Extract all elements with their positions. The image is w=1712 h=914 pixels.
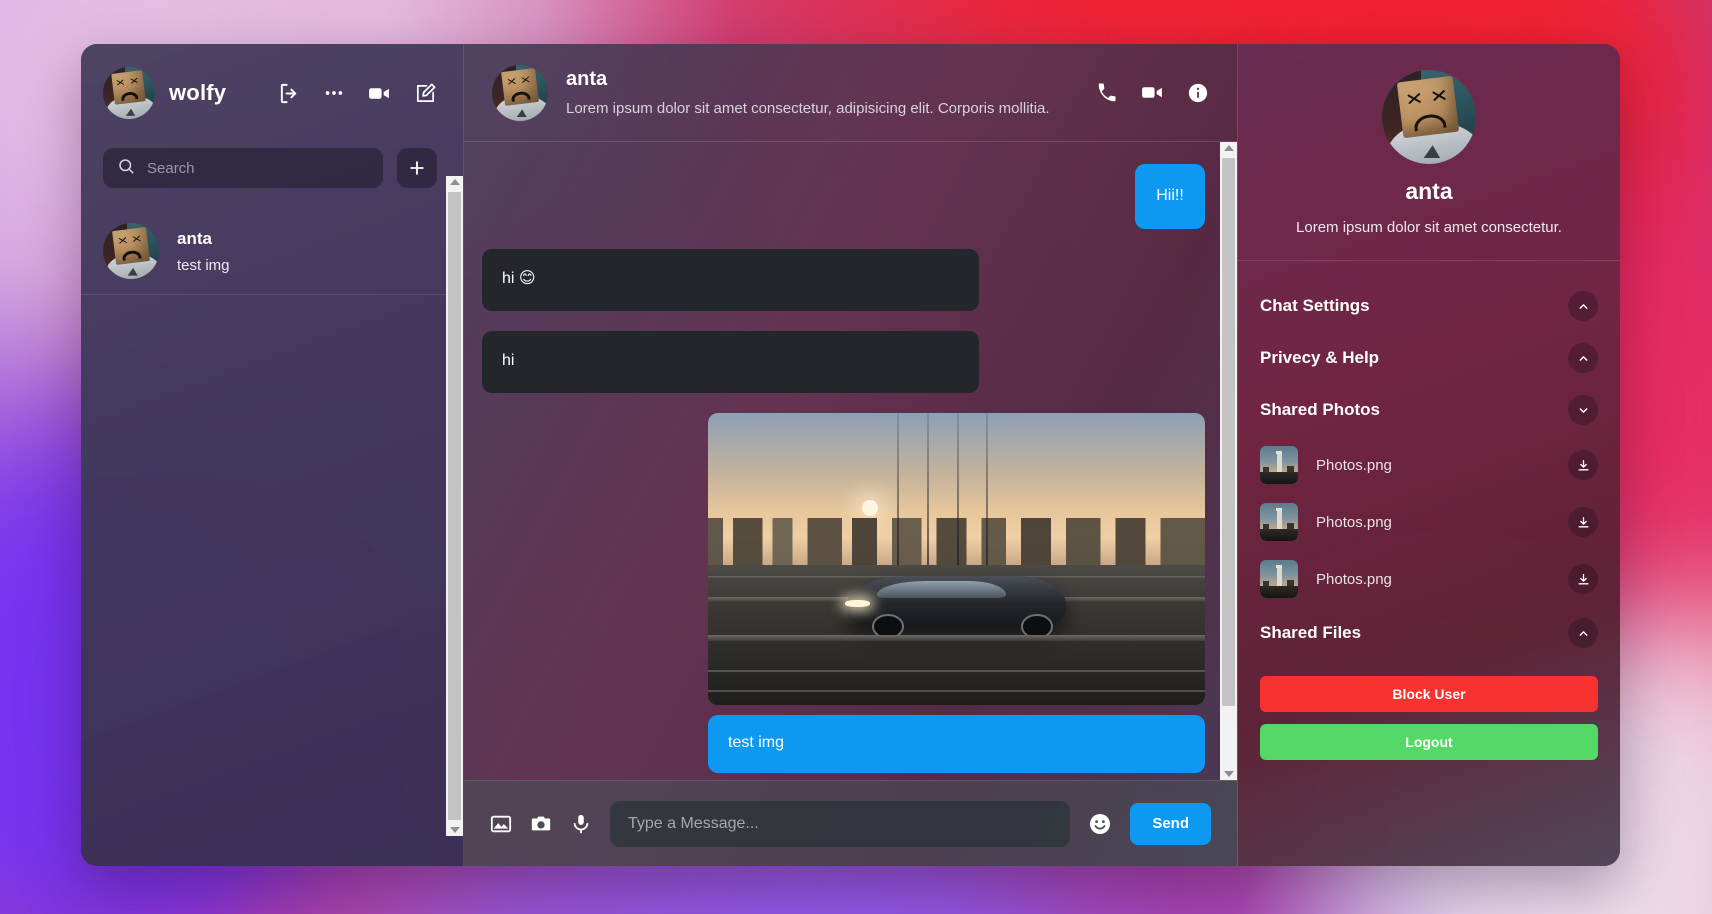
message-row: test img (482, 412, 1205, 773)
emoji-icon[interactable] (1088, 812, 1112, 836)
chat-list-item-anta[interactable]: anta test img (81, 210, 463, 295)
chat-list: anta test img (81, 210, 463, 295)
photo-thumbnail (1260, 503, 1298, 541)
message-input[interactable] (610, 800, 1071, 847)
current-user-avatar[interactable] (103, 67, 155, 119)
chat-list-sidebar: wolfy Search anta test img (81, 44, 464, 866)
chat-header-name: anta (566, 68, 608, 90)
section-title: Shared Photos (1260, 400, 1380, 419)
scroll-up-icon[interactable] (449, 179, 460, 185)
send-button[interactable]: Send (1130, 802, 1211, 845)
chevron-up-icon[interactable] (1568, 618, 1598, 648)
profile-card: anta Lorem ipsum dolor sit amet consecte… (1238, 44, 1620, 261)
video-call-icon[interactable] (367, 81, 392, 106)
scroll-up-icon[interactable] (1223, 145, 1234, 151)
messages-area: Hii!! hi 😊 hi test img (464, 142, 1237, 780)
message-composer: Send (464, 780, 1237, 866)
scroll-down-icon[interactable] (1223, 771, 1234, 777)
profile-name: anta (1405, 178, 1453, 204)
photo-filename: Photos.png (1316, 513, 1392, 531)
profile-avatar[interactable] (1382, 70, 1476, 164)
message-image[interactable] (708, 412, 1205, 705)
search-box[interactable] (103, 148, 383, 188)
avatar (103, 223, 159, 279)
section-title: Privecy & Help (1260, 348, 1380, 367)
message-bubble-own: test img (708, 714, 1205, 773)
message-bubble-own: Hii!! (1135, 164, 1205, 229)
shared-photo-item[interactable]: Photos.png (1260, 494, 1598, 551)
search-icon (117, 157, 135, 180)
microphone-icon[interactable] (570, 813, 592, 835)
chat-header-avatar[interactable] (492, 64, 548, 121)
sidebar-actions: Block User Logout (1238, 670, 1620, 760)
message-row: hi (482, 330, 1205, 393)
download-icon[interactable] (1568, 564, 1598, 594)
scroll-down-icon[interactable] (449, 827, 460, 833)
section-shared-files[interactable]: Shared Files (1260, 608, 1598, 660)
messages-list: Hii!! hi 😊 hi test img (464, 142, 1237, 780)
photo-filename: Photos.png (1316, 570, 1392, 588)
block-user-button[interactable]: Block User (1260, 676, 1598, 712)
photo-thumbnail (1260, 560, 1298, 598)
sidebar-scrollbar[interactable] (446, 176, 463, 836)
camera-icon[interactable] (530, 813, 552, 835)
section-title: Chat Settings (1260, 296, 1370, 315)
chevron-up-icon[interactable] (1568, 291, 1598, 321)
search-row (81, 148, 463, 188)
chat-header-subtitle: Lorem ipsum dolor sit amet consectetur, … (566, 100, 1050, 117)
sidebar-header: wolfy (81, 44, 463, 142)
messages-scrollbar[interactable] (1220, 142, 1237, 780)
profile-description: Lorem ipsum dolor sit amet consectetur. (1296, 219, 1562, 236)
chat-list-item-name: anta (177, 228, 212, 248)
section-shared-photos[interactable]: Shared Photos (1260, 385, 1598, 437)
image-icon[interactable] (490, 813, 512, 835)
phone-icon[interactable] (1096, 82, 1118, 104)
photo-thumbnail (1260, 446, 1298, 484)
add-chat-button[interactable] (397, 148, 437, 188)
message-row: Hii!! (482, 164, 1205, 229)
scrollbar-thumb[interactable] (1222, 158, 1235, 706)
current-user-name: wolfy (169, 80, 227, 105)
edit-icon[interactable] (414, 82, 437, 105)
photo-filename: Photos.png (1316, 456, 1392, 474)
section-chat-settings[interactable]: Chat Settings (1260, 281, 1598, 333)
detail-sidebar: anta Lorem ipsum dolor sit amet consecte… (1237, 44, 1620, 866)
message-bubble-other: hi 😊 (482, 248, 979, 311)
chat-list-item-preview: test img (177, 256, 230, 274)
sidebar-header-actions (278, 81, 437, 106)
chat-app-window: wolfy Search anta test img anta Lorem ip… (81, 44, 1620, 866)
scrollbar-thumb[interactable] (448, 192, 461, 820)
section-privacy-help[interactable]: Privecy & Help (1260, 333, 1598, 385)
chevron-down-icon[interactable] (1568, 395, 1598, 425)
section-title: Shared Files (1260, 623, 1362, 642)
message-row: hi 😊 (482, 248, 1205, 311)
chat-panel: anta Lorem ipsum dolor sit amet consecte… (464, 44, 1237, 866)
shared-photo-item[interactable]: Photos.png (1260, 437, 1598, 494)
video-icon[interactable] (1140, 80, 1165, 105)
logout-button[interactable]: Logout (1260, 724, 1598, 760)
shared-photo-item[interactable]: Photos.png (1260, 551, 1598, 608)
info-icon[interactable] (1187, 82, 1209, 104)
search-input[interactable] (147, 159, 369, 177)
message-bubble-other: hi (482, 330, 979, 393)
download-icon[interactable] (1568, 507, 1598, 537)
logout-icon[interactable] (278, 82, 301, 105)
chat-header: anta Lorem ipsum dolor sit amet consecte… (464, 44, 1237, 142)
composer-attachments (490, 813, 592, 835)
chevron-up-icon[interactable] (1568, 343, 1598, 373)
download-icon[interactable] (1568, 450, 1598, 480)
detail-sections: Chat Settings Privecy & Help Shared Phot… (1238, 261, 1620, 670)
more-options-icon[interactable] (323, 82, 345, 104)
chat-header-actions (1096, 80, 1209, 105)
